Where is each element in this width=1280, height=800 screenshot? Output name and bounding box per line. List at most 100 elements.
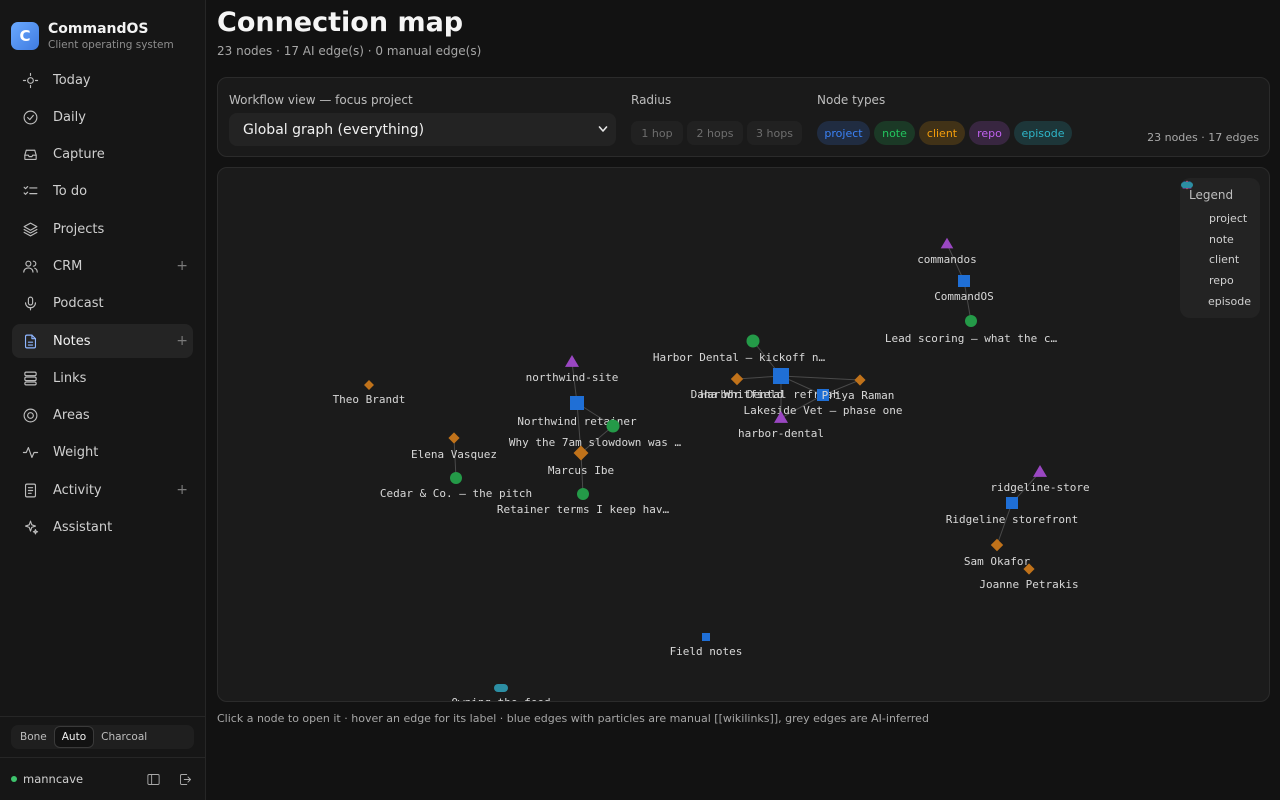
node-note-shape[interactable] [965,315,977,327]
graph-node-northwind-project[interactable]: Northwind retainer [517,396,637,428]
page-title: Connection map [217,7,464,38]
graph-node-field-notes[interactable]: Field notes [670,633,743,658]
sidebar-item-label: To do [53,184,88,200]
node-repo-shape[interactable] [565,355,579,367]
add-activity-button[interactable]: + [176,482,188,498]
sidebar-item-daily[interactable]: Daily [12,100,193,134]
user-name: manncave [23,772,84,786]
graph-node-label: Cedar & Co. — the pitch [380,487,532,500]
collapse-sidebar-button[interactable] [144,770,162,788]
theme-option-bone[interactable]: Bone [13,726,54,748]
graph-controls: Workflow view — focus project Global gra… [217,77,1270,157]
node-types-label: Node types [817,93,886,107]
node-note-shape[interactable] [450,472,462,484]
node-repo-shape[interactable] [940,237,954,249]
document-icon [21,481,39,499]
graph-node-ridgeline-repo[interactable]: ridgeline-store [990,465,1090,494]
sun-icon [21,71,39,89]
sidebar: C CommandOS Client operating system Toda… [0,0,206,800]
graph-node-label: harbor-dental [738,427,824,440]
legend: Legend project note client repo episode [1180,178,1260,318]
theme-option-charcoal[interactable]: Charcoal [94,726,154,748]
add-crm-button[interactable]: + [176,258,188,274]
node-project-shape[interactable] [702,633,710,641]
sidebar-item-notes[interactable]: Notes + [12,324,193,359]
theme-bar: Bone Auto Charcoal [0,716,205,749]
graph-node-label: commandos [917,253,977,266]
node-project-shape[interactable] [570,396,584,410]
sidebar-item-assistant[interactable]: Assistant [12,511,193,545]
graph-node-northwind-repo[interactable]: northwind-site [526,355,619,384]
graph-node-commandos-repo[interactable]: commandos [917,237,977,266]
graph-node-label: Lead scoring — what the c… [885,332,1058,345]
graph-node-label: Retainer terms I keep hav… [497,503,670,516]
node-project-shape[interactable] [958,275,970,287]
sidebar-item-capture[interactable]: Capture [12,138,193,172]
node-client-shape[interactable] [730,372,744,386]
graph-node-label: ridgeline-store [990,481,1089,494]
sparkles-icon [21,519,39,537]
sidebar-item-activity[interactable]: Activity + [12,473,193,507]
check-circle-icon [21,108,39,126]
sidebar-item-weight[interactable]: Weight [12,436,193,470]
sidebar-item-links[interactable]: Links [12,361,193,395]
node-repo-shape[interactable] [1033,465,1047,477]
node-client-shape[interactable] [990,538,1004,552]
node-note-shape[interactable] [606,419,620,433]
graph-node-label: CommandOS [934,290,994,303]
graph-node-cedar[interactable]: Cedar & Co. — the pitch [380,472,532,500]
sidebar-item-crm[interactable]: CRM + [12,249,193,283]
node-type-chip-client[interactable]: client [919,121,965,145]
sidebar-item-label: CRM [53,258,83,274]
graph-node-label: Ridgeline storefront [946,513,1078,526]
user-bar: manncave [0,757,205,800]
graph-svg[interactable]: commandos CommandOS Lead scoring — what th… [218,168,1270,702]
brand-subtitle: Client operating system [48,38,174,51]
sidebar-item-projects[interactable]: Projects [12,212,193,246]
graph-node-label: Elena Vasquez [411,448,497,461]
workflow-select[interactable]: Global graph (everything) [229,113,616,146]
database-icon [21,369,39,387]
graph-node-owning-feed[interactable]: Owning the feed [451,684,551,702]
sidebar-item-podcast[interactable]: Podcast [12,287,193,321]
node-type-chip-repo[interactable]: repo [969,121,1010,145]
sidebar-item-to-do[interactable]: To do [12,175,193,209]
sidebar-toggle-icon [146,773,160,785]
sidebar-item-areas[interactable]: Areas [12,399,193,433]
theme-option-auto[interactable]: Auto [53,726,95,748]
graph-node-lead-scoring[interactable]: Lead scoring — what the c… [885,315,1058,345]
graph-node-harbor-kickoff[interactable]: Harbor Dental — kickoff n… [653,334,826,365]
node-type-chip-note[interactable]: note [874,121,915,145]
legend-label: client [1209,253,1240,267]
node-project-shape[interactable] [773,368,789,384]
node-note-shape[interactable] [746,334,760,348]
add-notes-button[interactable]: + [176,333,188,349]
node-client-shape[interactable] [854,374,866,386]
graph-node-sam[interactable]: Sam Okafor [964,538,1031,568]
activity-line-icon [21,444,39,462]
node-type-chip-episode[interactable]: episode [1014,121,1072,145]
graph-edge[interactable] [780,375,861,381]
node-type-chip-project[interactable]: project [817,121,870,145]
node-episode-shape[interactable] [494,684,508,692]
list-check-icon [21,183,39,201]
radius-option-1[interactable]: 1 hop [631,121,683,145]
brand[interactable]: C CommandOS Client operating system [0,0,205,58]
file-text-icon [21,332,39,350]
node-client-shape[interactable] [448,432,460,444]
radius-option-3[interactable]: 3 hops [747,121,802,145]
graph-node-theo[interactable]: Theo Brandt [333,380,406,406]
graph-node-ridgeline-project[interactable]: Ridgeline storefront [946,497,1078,526]
legend-label: episode [1207,295,1251,309]
sidebar-item-label: Projects [53,221,105,237]
sidebar-item-today[interactable]: Today [12,63,193,97]
graph-node-commandos-project[interactable]: CommandOS [934,275,994,303]
node-project-shape[interactable] [1006,497,1018,509]
graph-node-label: Theo Brandt [333,393,406,406]
graph-canvas[interactable]: commandos CommandOS Lead scoring — what th… [217,167,1270,702]
node-note-shape[interactable] [577,488,589,500]
radius-option-2[interactable]: 2 hops [687,121,743,145]
users-icon [21,257,39,275]
logout-button[interactable] [176,770,194,788]
node-client-shape[interactable] [364,380,374,390]
